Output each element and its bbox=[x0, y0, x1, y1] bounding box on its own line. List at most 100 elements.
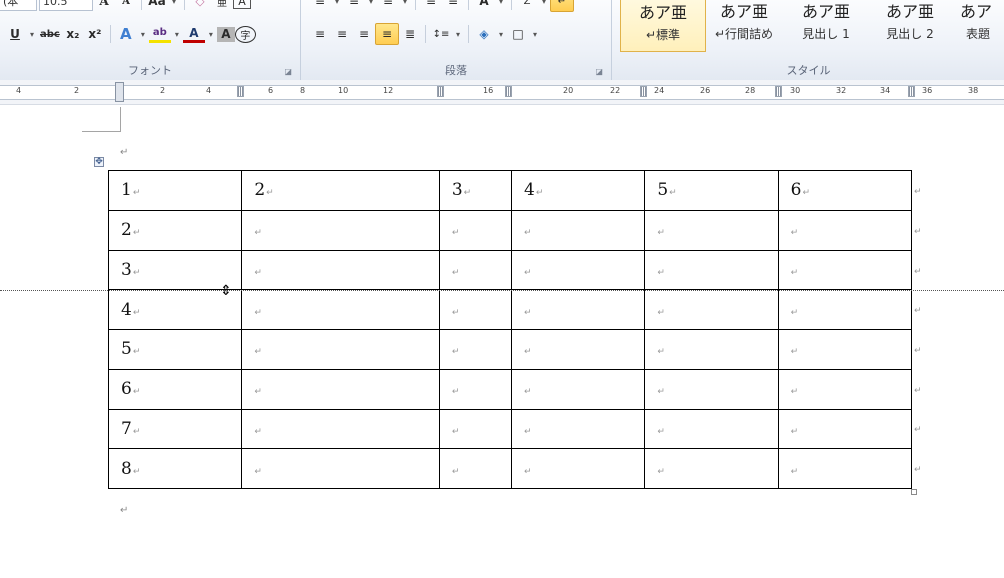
char-shading-button[interactable]: A bbox=[216, 26, 235, 42]
increase-indent-button[interactable]: ≡ bbox=[442, 0, 464, 11]
table-cell[interactable]: 2↵ bbox=[107, 209, 243, 251]
table-cell[interactable]: ↵ bbox=[510, 249, 646, 291]
table-cell[interactable]: ↵ bbox=[438, 408, 512, 450]
clear-format-icon[interactable]: ◇ bbox=[189, 0, 211, 11]
enclosed-char-icon[interactable]: A bbox=[233, 0, 251, 9]
table-cell[interactable]: ↵ bbox=[438, 209, 512, 251]
chevron-down-icon[interactable]: ▾ bbox=[452, 24, 464, 44]
chevron-down-icon[interactable]: ▾ bbox=[399, 0, 411, 11]
grow-font-button[interactable]: A bbox=[93, 0, 115, 11]
borders-button[interactable]: □ bbox=[507, 24, 529, 44]
justify-button[interactable]: ≡ bbox=[375, 23, 399, 45]
chevron-down-icon[interactable]: ▾ bbox=[171, 24, 183, 44]
table-cell[interactable]: ↵ bbox=[644, 368, 779, 410]
column-marker[interactable] bbox=[908, 86, 915, 97]
table-cell[interactable]: ↵ bbox=[241, 408, 440, 450]
table-cell[interactable]: ↵ bbox=[241, 329, 440, 370]
table-cell[interactable]: ↵ bbox=[777, 249, 913, 291]
table-cell[interactable]: ↵ bbox=[438, 368, 512, 410]
table-cell[interactable]: 8↵ bbox=[107, 448, 243, 489]
table-cell[interactable]: ↵ bbox=[644, 249, 779, 291]
chevron-down-icon[interactable]: ▾ bbox=[26, 24, 38, 44]
chevron-down-icon[interactable]: ▾ bbox=[365, 0, 377, 11]
table-resize-handle[interactable] bbox=[911, 489, 917, 495]
table-cell[interactable]: ↵ bbox=[510, 408, 646, 450]
shading-button[interactable]: ◈ bbox=[473, 24, 495, 44]
table-cell[interactable]: ↵ bbox=[644, 209, 779, 251]
chevron-down-icon[interactable]: ▾ bbox=[529, 24, 541, 44]
table-cell[interactable]: ↵ bbox=[777, 448, 913, 489]
align-right-button[interactable]: ≡ bbox=[353, 24, 375, 44]
font-color-button[interactable]: A bbox=[182, 26, 205, 43]
table-cell[interactable]: ↵ bbox=[241, 448, 440, 489]
horizontal-ruler[interactable]: 4 2 2 4 6 8 10 12 16 20 22 24 26 28 30 3… bbox=[0, 80, 1004, 105]
table-cell[interactable]: 3↵ bbox=[438, 170, 512, 211]
chevron-down-icon[interactable]: ▾ bbox=[205, 24, 217, 44]
align-left-button[interactable]: ≡ bbox=[309, 24, 331, 44]
chevron-down-icon[interactable]: ▾ bbox=[168, 0, 180, 11]
table-cell[interactable]: ↵ bbox=[644, 408, 779, 450]
table-cell[interactable]: 1↵ bbox=[107, 170, 243, 211]
table-cell[interactable]: ↵ bbox=[644, 448, 779, 489]
chevron-down-icon[interactable]: ▾ bbox=[538, 0, 550, 11]
superscript-button[interactable]: x² bbox=[84, 24, 106, 44]
style-heading-2[interactable]: あア亜 見出し 2 bbox=[868, 0, 952, 50]
chevron-down-icon[interactable]: ▾ bbox=[495, 24, 507, 44]
column-marker[interactable] bbox=[640, 86, 647, 97]
font-name-combo[interactable]: (本 bbox=[0, 0, 37, 11]
document-table[interactable]: 1↵ 2↵ 3↵ 4↵ 5↵ 6↵ 2↵ ↵ ↵ ↵ ↵ ↵ 3↵ ↵ ↵ ↵ ↵ ↵ 4↵ ↵ ↵ ↵ ↵ ↵ 5↵ ↵ ↵ ↵ ↵ ↵… bbox=[107, 170, 913, 489]
show-marks-button[interactable]: ↵ bbox=[550, 0, 574, 12]
table-cell[interactable]: 6↵ bbox=[777, 170, 913, 211]
table-cell[interactable]: ↵ bbox=[241, 209, 440, 251]
decrease-indent-button[interactable]: ≡ bbox=[420, 0, 442, 11]
phonetic-guide-icon[interactable]: 亜 bbox=[211, 0, 233, 11]
change-case-button[interactable]: Aa bbox=[146, 0, 168, 11]
table-cell[interactable]: ↵ bbox=[777, 368, 913, 410]
style-title[interactable]: あア 表題 bbox=[948, 0, 1004, 50]
style-normal[interactable]: あア亜 ↵標準 bbox=[620, 0, 706, 52]
table-cell[interactable]: ↵ bbox=[438, 329, 512, 370]
column-marker[interactable] bbox=[775, 86, 782, 97]
table-cell[interactable]: 6↵ bbox=[107, 368, 243, 410]
chevron-down-icon[interactable]: ▾ bbox=[495, 0, 507, 11]
text-direction-button[interactable]: A bbox=[473, 0, 495, 11]
text-effects-button[interactable]: A bbox=[115, 24, 137, 44]
style-heading-1[interactable]: あア亜 見出し 1 bbox=[784, 0, 868, 50]
bullets-button[interactable]: ≡ bbox=[309, 0, 331, 11]
sort-button[interactable]: Z bbox=[516, 0, 538, 11]
chevron-down-icon[interactable]: ▾ bbox=[331, 0, 343, 11]
line-spacing-button[interactable]: ↕≡ bbox=[430, 24, 452, 44]
column-marker[interactable] bbox=[505, 86, 512, 97]
table-cell[interactable]: ↵ bbox=[644, 329, 779, 370]
subscript-button[interactable]: x₂ bbox=[62, 24, 84, 44]
table-cell[interactable]: 2↵ bbox=[241, 170, 440, 211]
paragraph-dialog-launcher-icon[interactable]: ◪ bbox=[595, 67, 603, 76]
table-cell[interactable]: ↵ bbox=[438, 249, 512, 291]
align-center-button[interactable]: ≡ bbox=[331, 24, 353, 44]
strikethrough-button[interactable]: abc bbox=[38, 24, 62, 44]
distributed-button[interactable]: ≣ bbox=[399, 24, 421, 44]
table-cell[interactable]: ↵ bbox=[241, 368, 440, 410]
table-cell[interactable]: ↵ bbox=[241, 289, 440, 330]
numbering-button[interactable]: ≡ bbox=[343, 0, 365, 11]
table-cell[interactable]: 4↵ bbox=[510, 170, 646, 211]
table-cell[interactable]: ↵ bbox=[510, 289, 646, 330]
column-marker[interactable] bbox=[437, 86, 444, 97]
underline-button[interactable]: U bbox=[4, 24, 26, 44]
table-move-handle-icon[interactable]: ✥ bbox=[94, 157, 104, 167]
font-dialog-launcher-icon[interactable]: ◪ bbox=[284, 67, 292, 76]
table-cell[interactable]: ↵ bbox=[241, 249, 440, 291]
chevron-down-icon[interactable]: ▾ bbox=[137, 24, 149, 44]
table-cell[interactable]: ↵ bbox=[510, 209, 646, 251]
table-cell[interactable]: ↵ bbox=[777, 209, 913, 251]
table-cell[interactable]: ↵ bbox=[777, 408, 913, 450]
table-cell[interactable]: ↵ bbox=[777, 329, 913, 370]
table-cell[interactable]: ↵ bbox=[510, 368, 646, 410]
multilevel-list-button[interactable]: ≡ bbox=[377, 0, 399, 11]
shrink-font-button[interactable]: A bbox=[115, 0, 137, 11]
table-cell[interactable]: ↵ bbox=[438, 289, 512, 330]
table-cell[interactable]: ↵ bbox=[438, 448, 512, 489]
style-no-spacing[interactable]: あア亜 ↵行間詰め bbox=[702, 0, 786, 50]
column-marker[interactable] bbox=[237, 86, 244, 97]
table-cell[interactable]: 5↵ bbox=[644, 170, 779, 211]
